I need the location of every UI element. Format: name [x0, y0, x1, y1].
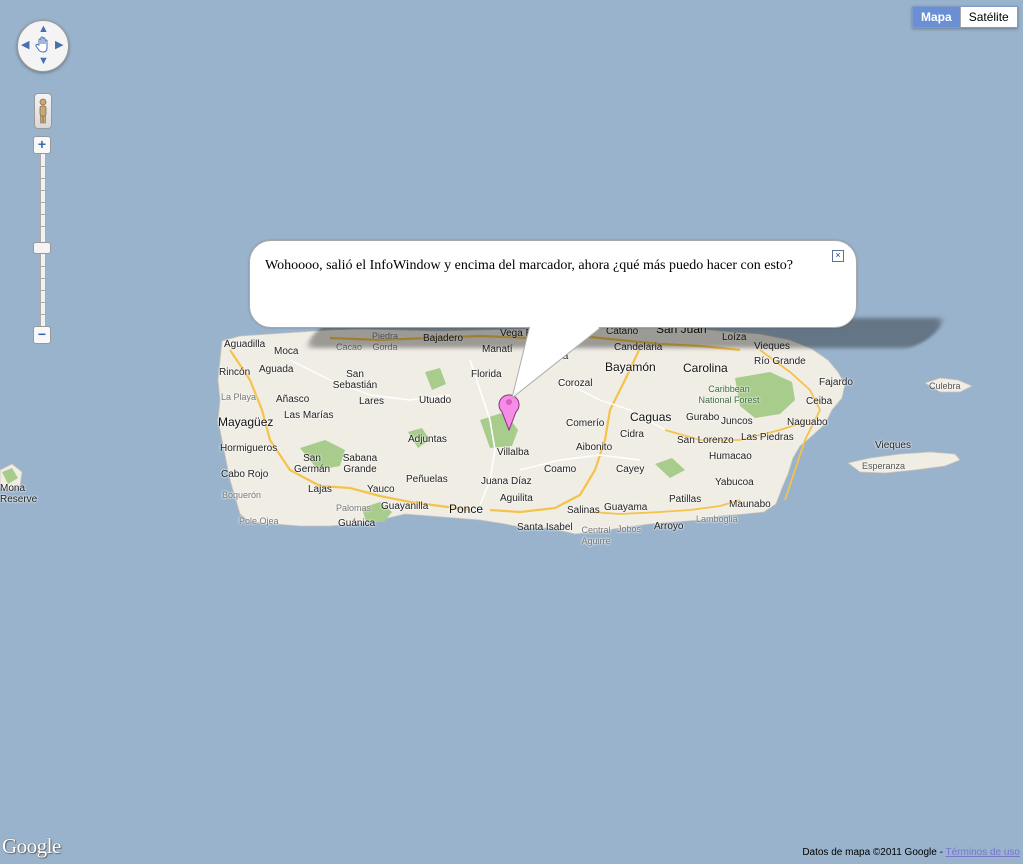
map-tiles [0, 325, 973, 535]
zoom-tick [39, 190, 45, 191]
place-label: Juncos [721, 416, 753, 427]
zoom-tick [39, 314, 45, 315]
zoom-in-button[interactable]: + [33, 136, 51, 154]
place-label: San Lorenzo [677, 435, 734, 446]
place-label: Caguas [630, 410, 672, 424]
place-label: Mona Reserve [0, 483, 38, 505]
zoom-tick [39, 166, 45, 167]
place-label: Palomas [336, 503, 372, 513]
place-label: Santa Isabel [517, 522, 573, 533]
zoom-tick [39, 278, 45, 279]
place-label: Patillas [669, 494, 702, 505]
map-type-satellite-button[interactable]: Satélite [959, 7, 1017, 27]
pan-up-arrow[interactable]: ▲ [38, 24, 49, 35]
place-label: Utuado [419, 395, 452, 406]
place-label: Carolina [683, 361, 728, 375]
place-label: Vieques [875, 440, 911, 451]
place-label: Naguabo [787, 417, 828, 428]
zoom-tick [39, 214, 45, 215]
place-label: Sabana Grande [342, 453, 378, 475]
place-label: Guayama [604, 502, 648, 513]
pan-right-arrow[interactable]: ▶ [55, 40, 63, 51]
info-window-text: Wohoooo, salió el InfoWindow y encima de… [265, 258, 794, 273]
place-label: Las Marías [284, 410, 334, 421]
place-label: Mayagüez [218, 415, 274, 429]
place-label: San Germán [293, 453, 331, 475]
google-logo[interactable]: Google [2, 834, 61, 859]
pan-down-arrow[interactable]: ▼ [38, 56, 49, 67]
place-label: Aguada [259, 364, 294, 375]
zoom-tick [39, 202, 45, 203]
place-label: Las Piedras [741, 432, 794, 443]
place-label: Ceiba [806, 396, 833, 407]
place-label: La Playa [221, 392, 257, 402]
place-label: Humacao [709, 451, 752, 462]
place-label: Moca [274, 346, 299, 357]
place-label: Añasco [276, 394, 310, 405]
place-label: Esperanza [862, 461, 906, 471]
place-label: Central Aguirre [581, 525, 611, 546]
terms-link[interactable]: Términos de uso [946, 847, 1020, 858]
zoom-slider-thumb[interactable] [33, 242, 51, 254]
place-label: Aguilita [500, 493, 533, 504]
zoom-control[interactable]: + − [33, 136, 51, 346]
place-label: Bayamón [605, 360, 656, 374]
place-label: Rincón [219, 367, 251, 378]
info-window: Wohoooo, salió el InfoWindow y encima de… [249, 240, 857, 328]
street-view-pegman[interactable] [34, 93, 52, 129]
place-label: Juana Díaz [481, 476, 532, 487]
place-label: Salinas [567, 505, 600, 516]
place-label: Coamo [544, 464, 577, 475]
pan-left-arrow[interactable]: ◀ [21, 40, 29, 51]
place-label: Cabo Rojo [221, 469, 269, 480]
place-label: Guayanilla [381, 501, 429, 512]
place-label: Caribbean National Forest [698, 384, 760, 405]
place-label: Jobos [617, 524, 642, 534]
place-label: Vega Alta [526, 351, 569, 362]
place-label: Gurabo [686, 412, 720, 423]
place-label: Corozal [558, 378, 593, 389]
map-attribution: Datos de mapa ©2011 Google - Términos de… [802, 847, 1020, 858]
place-label: Guánica [338, 518, 376, 529]
zoom-out-button[interactable]: − [33, 326, 51, 344]
place-label: Boquerón [222, 490, 262, 500]
place-label: Arroyo [654, 521, 684, 532]
place-label: Fajardo [819, 377, 853, 388]
place-label: San Sebastián [332, 369, 378, 391]
place-label: Culebra [929, 381, 961, 391]
place-label: Adjuntas [408, 434, 447, 445]
place-label: Yauco [367, 484, 395, 495]
zoom-tick [39, 302, 45, 303]
map-type-mapa-button[interactable]: Mapa [913, 7, 960, 27]
close-icon[interactable]: × [832, 250, 844, 262]
place-label: Hormigueros [220, 443, 278, 454]
map-type-control[interactable]: Mapa Satélite [912, 6, 1018, 28]
place-label: Lamboglia [696, 514, 738, 524]
place-label: Peñuelas [406, 474, 448, 485]
zoom-tick [39, 266, 45, 267]
zoom-tick [39, 178, 45, 179]
place-label: Aguadilla [224, 339, 266, 350]
pegman-icon [39, 98, 47, 124]
map-canvas[interactable]: Aguadilla Moca Cacao Piedra Gorda Bajade… [0, 0, 1023, 864]
zoom-tick [39, 226, 45, 227]
place-label: Río Grande [754, 356, 806, 367]
hand-icon [35, 36, 48, 53]
attribution-text: Datos de mapa ©2011 Google - [802, 847, 946, 858]
place-label: Lajas [308, 484, 332, 495]
place-label: Ponce [449, 502, 484, 516]
pan-control[interactable]: ▲ ◀ ▶ ▼ [17, 20, 69, 72]
place-label: Cidra [620, 429, 644, 440]
place-label: Villalba [497, 447, 530, 458]
place-label: Florida [471, 369, 502, 380]
place-label: Yabucoa [715, 477, 754, 488]
place-label: Comerío [566, 418, 605, 429]
place-label: Lares [359, 396, 385, 407]
place-label: Pole Ojea [239, 516, 279, 526]
place-label: Maunabo [729, 499, 771, 510]
place-label: Aibonito [576, 442, 613, 453]
place-label: Cayey [616, 464, 645, 475]
zoom-tick [39, 290, 45, 291]
